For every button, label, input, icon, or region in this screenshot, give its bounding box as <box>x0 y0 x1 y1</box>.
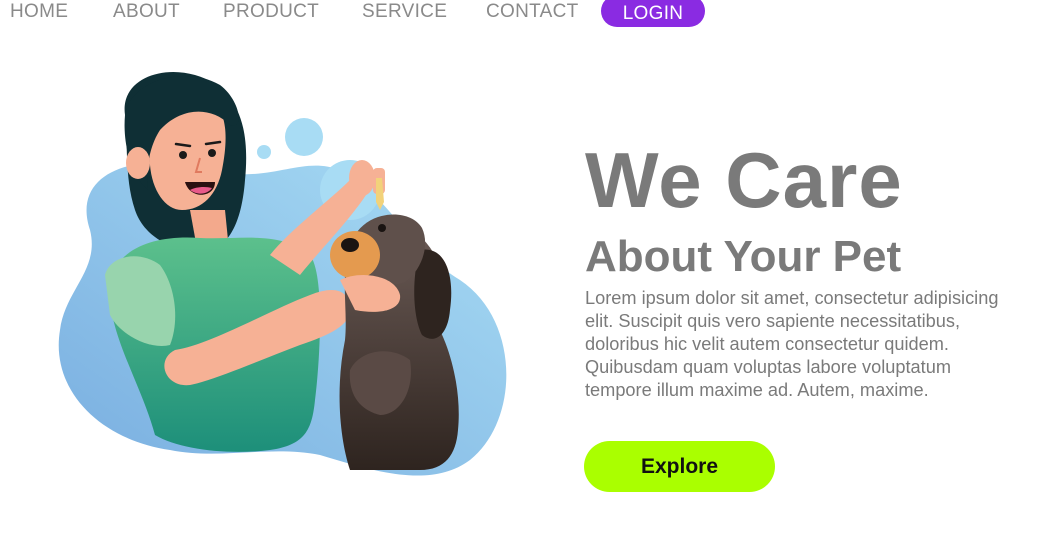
hero-title: We Care <box>585 136 903 224</box>
nav-service-link[interactable]: SERVICE <box>362 0 447 24</box>
nav-contact-link[interactable]: CONTACT <box>486 0 579 24</box>
woman-with-dog-illustration <box>58 71 507 476</box>
nav-home-link[interactable]: HOME <box>10 0 68 24</box>
nav-product-link[interactable]: PRODUCT <box>223 0 319 24</box>
login-button[interactable]: LOGIN <box>601 0 705 27</box>
hero-subtitle: About Your Pet <box>585 232 902 281</box>
explore-button[interactable]: Explore <box>584 441 775 492</box>
bubble-large <box>285 118 323 156</box>
nav-about-link[interactable]: ABOUT <box>113 0 180 24</box>
hero-description: Lorem ipsum dolor sit amet, consectetur … <box>585 288 999 400</box>
bubble-small <box>257 145 271 159</box>
